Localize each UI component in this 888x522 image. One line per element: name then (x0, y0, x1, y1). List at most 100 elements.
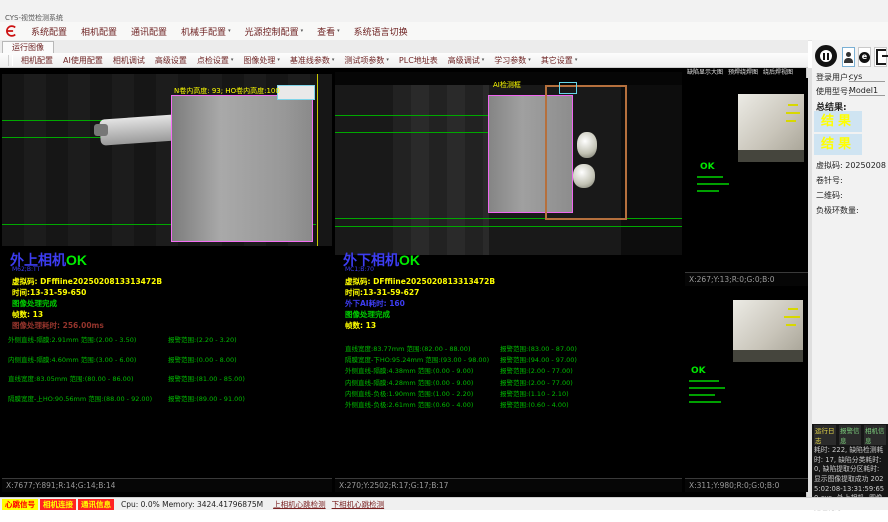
toolbar: 相机配置AI使用配置相机调试高级设置点检设置▾图像处理▾基准线参数▾测试项参数▾… (0, 53, 808, 68)
measurement-row: 直线宽度:83.77mm 范围:(82.00 - 88.00) 报警范围:(83.… (345, 343, 680, 354)
alarm-range: 报警范围:(89.00 - 91.00) (168, 393, 245, 403)
status-bar: 心跳信号相机连接通讯信息 Cpu: 0.0% Memory: 3424.4179… (0, 497, 888, 510)
toolbar-item-8[interactable]: PLC地址表 (394, 55, 443, 66)
result-box-2: 结果 (814, 134, 862, 155)
measurement-row: 直线宽度:83.05mm 范围:(80.00 - 86.00)报警范围:(81.… (8, 373, 330, 393)
mid-measurements: 直线宽度:83.77mm 范围:(82.00 - 88.00) 报警范围:(83.… (345, 343, 680, 410)
baseline-line (335, 226, 682, 227)
thumb-header-label-1: 预焊绕焊图 (728, 67, 758, 76)
cpu-memory-readout: Cpu: 0.0% Memory: 3424.41796875M (121, 500, 263, 509)
status-badge-1: 相机连接 (40, 499, 76, 510)
info-line: 图像处理耗时: 256.00ms (12, 320, 162, 331)
browser-button[interactable]: e (858, 47, 871, 67)
annotation-box (559, 82, 577, 94)
toolbar-item-11[interactable]: 其它设置▾ (536, 55, 583, 66)
field-label: 卷针号: (816, 176, 843, 185)
status-link-0[interactable]: 上相机心跳检测 (273, 499, 326, 510)
mid-coords-readout: X:270;Y:2502;R:17;G:17;B:17 (335, 478, 682, 492)
left-camera-view[interactable]: N卷内高度: 93; HO卷内高度:100 (2, 74, 332, 246)
alarm-range: 报警范围:(83.00 - 87.00) (500, 343, 577, 353)
toolbar-item-5[interactable]: 图像处理▾ (238, 55, 285, 66)
thumb2-text-line (689, 387, 725, 389)
left-measurements: 外侧直线-隔膜:2.91mm 范围:(2.00 - 3.50) 报警范围:(2.2… (8, 334, 330, 412)
status-badges: 心跳信号相机连接通讯信息 (2, 499, 114, 510)
toolbar-item-6[interactable]: 基准线参数▾ (285, 55, 340, 66)
thumb1-text-line (697, 183, 729, 185)
chevron-down-icon: ▾ (575, 57, 578, 63)
field-label: 负极环数量: (816, 206, 859, 215)
pause-button[interactable] (815, 45, 837, 67)
menu-item-3[interactable]: 机械手配置▾ (174, 25, 238, 38)
image-shadow (621, 85, 682, 255)
toolbar-item-3[interactable]: 高级设置 (150, 55, 192, 66)
exit-door-icon (876, 49, 886, 65)
log-tabs: 运行日志报警信息相机信息 (814, 425, 886, 445)
robot-arm-tip (94, 124, 108, 136)
info-line: 时间:13-31-59-650 (12, 287, 162, 298)
measurement-value: 外侧直线-隔膜:2.91mm 范围:(2.00 - 3.50) (8, 334, 136, 344)
mid-camera-status: OK (399, 252, 420, 268)
menu-item-1[interactable]: 相机配置 (74, 25, 124, 38)
app-logo-icon (4, 24, 18, 38)
title-bar: CYS-视觉检测系统 (0, 0, 888, 22)
info-line: 时间:13-31-59-627 (345, 287, 495, 298)
info-line: 虚拟码: DFffiine2025020813313472B (12, 276, 162, 287)
detection-roi-box (171, 95, 313, 242)
menu-item-2[interactable]: 通讯配置 (124, 25, 174, 38)
menu-item-0[interactable]: 系统配置 (24, 25, 74, 38)
measurement-row: 内侧直线-隔膜:4.60mm 范围:(3.00 - 6.00)报警范围:(0.0… (8, 354, 330, 374)
measurement-value: 直线宽度:83.77mm 范围:(82.00 - 88.00) (345, 343, 470, 353)
defect-thumb-2[interactable]: OK (685, 286, 808, 478)
toolbar-item-10[interactable]: 学习参数▾ (489, 55, 536, 66)
menu-item-5[interactable]: 查看▾ (310, 25, 347, 38)
alarm-range: 报警范围:(0.00 - 8.00) (168, 354, 237, 364)
measurement-row: 外侧直线-隔膜:2.91mm 范围:(2.00 - 3.50) 报警范围:(2.2… (8, 334, 330, 354)
defect-thumb-1[interactable]: OK (685, 78, 808, 272)
baseline-line (335, 115, 488, 116)
status-badge-0: 心跳信号 (2, 499, 38, 510)
left-annotation: N卷内高度: 93; HO卷内高度:100 (174, 86, 280, 96)
log-tab-2[interactable]: 相机信息 (864, 425, 886, 445)
toolbar-item-2[interactable]: 相机调试 (108, 55, 150, 66)
mid-camera-view[interactable]: AI检测框 (335, 72, 682, 255)
menu-item-6[interactable]: 系统语言切换 (347, 25, 415, 38)
alarm-range: 报警范围:(2.00 - 77.00) (500, 377, 573, 387)
toolbar-item-9[interactable]: 高级调试▾ (443, 55, 490, 66)
left-camera-status: OK (66, 252, 87, 268)
thumb2-coords-readout: X:311;Y:980;R:0;G:0;B:0 (685, 478, 808, 492)
user-login-button[interactable] (842, 47, 855, 67)
measurement-row: 隔膜宽度-下HO:95.24mm 范围:(93.00 - 98.00)报警范围:… (345, 354, 680, 365)
toolbar-item-0[interactable]: 相机配置 (16, 55, 58, 66)
measurement-value: 外侧直线-隔膜:4.38mm 范围:(0.00 - 9.00) (345, 365, 473, 375)
chevron-down-icon: ▾ (482, 57, 485, 63)
status-link-1[interactable]: 下相机心跳检测 (332, 499, 385, 510)
exit-button[interactable] (874, 47, 887, 67)
info-line: 帧数: 13 (345, 320, 495, 331)
chevron-down-icon: ▾ (332, 57, 335, 63)
model-value[interactable]: Model1 (849, 86, 885, 96)
log-panel: 运行日志报警信息相机信息 耗时: 222, 缺陷检测耗时: 17, 缺陷分类耗时… (812, 424, 888, 497)
thumb2-ok: OK (691, 366, 706, 376)
log-tab-1[interactable]: 报警信息 (839, 425, 861, 445)
mid-info-block: 虚拟码: DFffiine2025020813313472B时间:13-31-5… (345, 276, 495, 331)
thumb-header-label-0: 缺陷显示大图 (687, 67, 723, 76)
thumb2-photo (733, 300, 803, 362)
left-coords-readout: X:7677;Y:891;R:14;G:14;B:14 (2, 478, 332, 492)
toolbar-item-7[interactable]: 测试项参数▾ (339, 55, 394, 66)
thumb1-text-line (697, 190, 719, 192)
left-info-block: 虚拟码: DFffiine2025020813313472B时间:13-31-5… (12, 276, 162, 331)
result-box-1: 结果 (814, 111, 862, 132)
info-line: 外下AI耗时: 160 (345, 298, 495, 309)
toolbar-item-1[interactable]: AI使用配置 (58, 55, 108, 66)
thumb1-ok: OK (700, 162, 715, 172)
robot-arm-image (99, 114, 179, 145)
login-user-value[interactable]: cys (849, 72, 885, 82)
thumb-header-label-2: 绕后焊视图 (763, 67, 793, 76)
log-tab-0[interactable]: 运行日志 (814, 425, 836, 445)
toolbar-item-4[interactable]: 点检设置▾ (192, 55, 239, 66)
alarm-range: 报警范围:(2.20 - 3.20) (168, 334, 237, 344)
login-user-label: 登录用户: (816, 72, 851, 83)
chevron-down-icon: ▾ (231, 57, 234, 63)
menu-item-4[interactable]: 光源控制配置▾ (238, 25, 311, 38)
chevron-down-icon: ▾ (228, 28, 231, 34)
